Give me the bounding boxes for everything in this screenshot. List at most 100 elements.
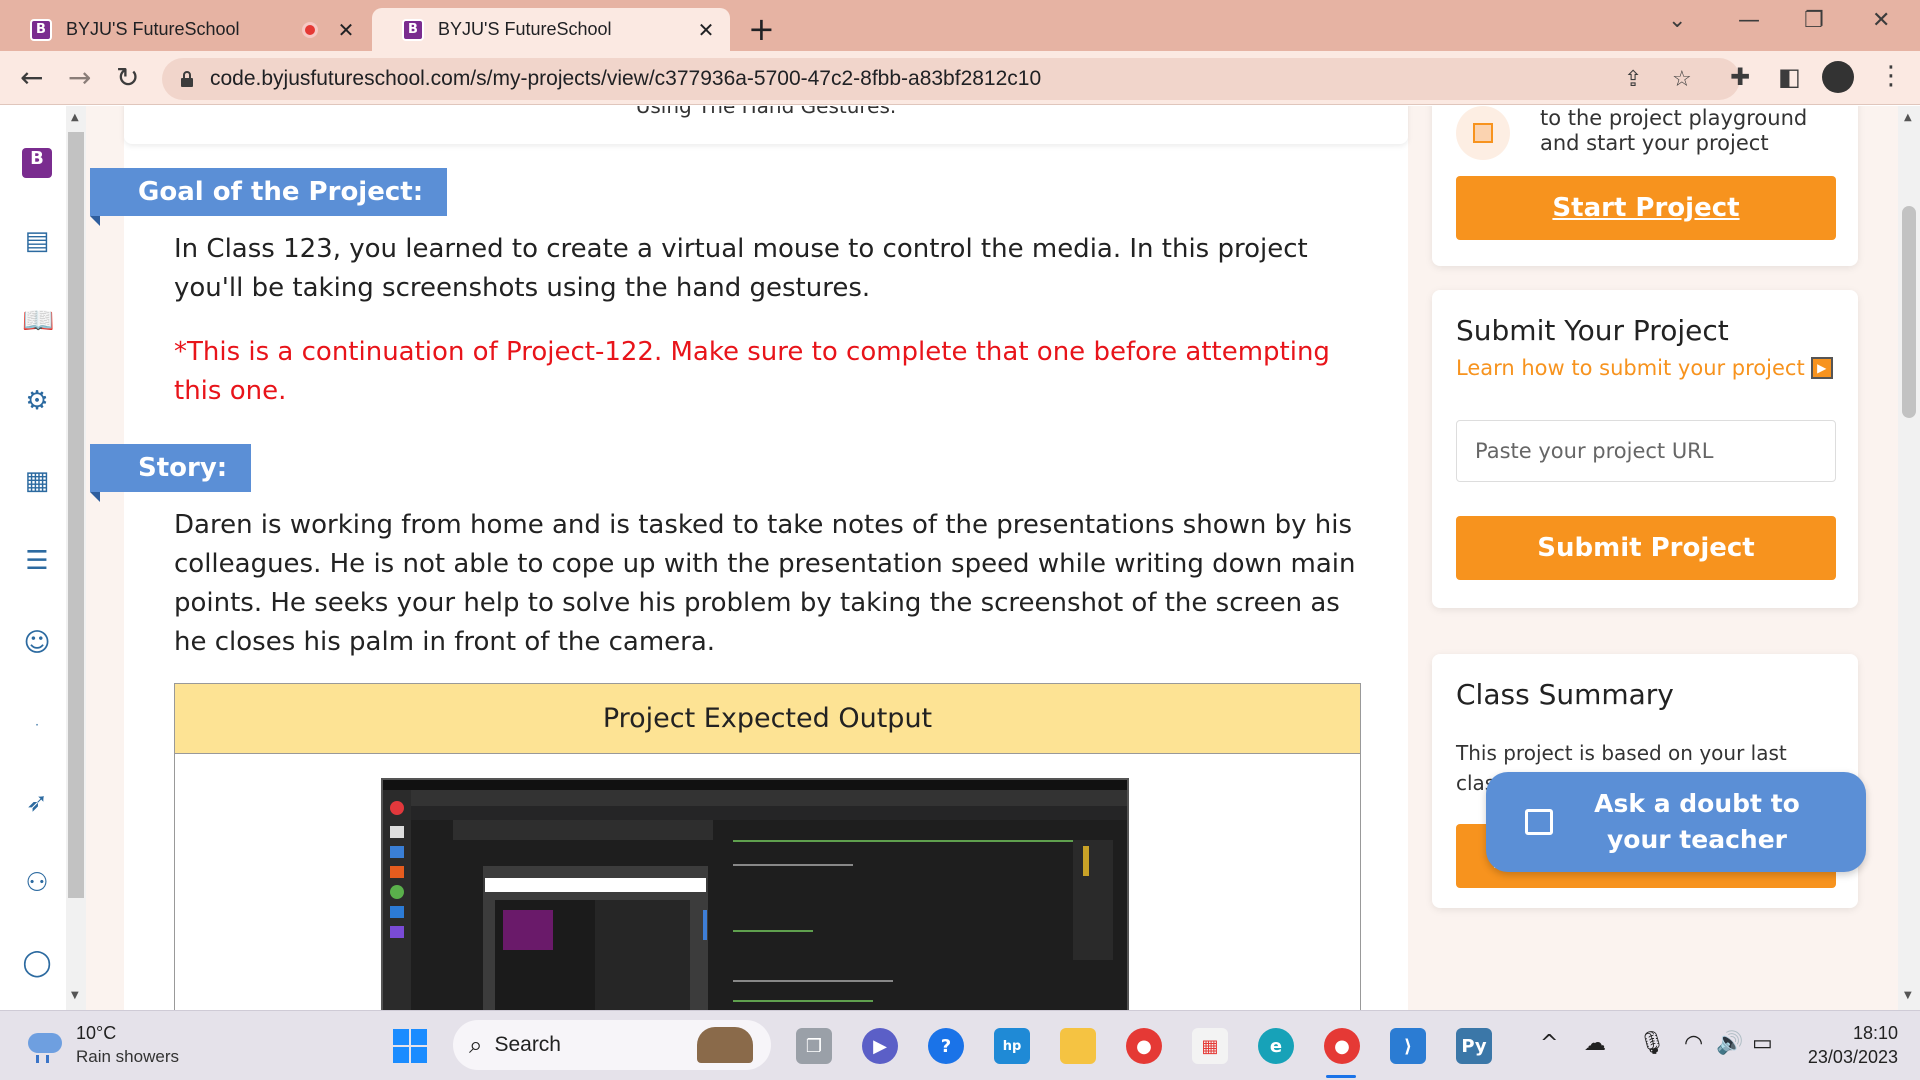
extensions-icon[interactable]: ✚ [1730,63,1750,91]
share-icon[interactable]: ⇪ [1624,67,1642,92]
tab-search-icon[interactable]: ⌄ [1668,8,1686,33]
project-url-input[interactable] [1456,420,1836,482]
projects-icon[interactable]: ▦ [22,466,52,496]
tab-title: BYJU'S FutureSchool [66,19,240,39]
project-subtitle: Using The Hand Gestures. [635,106,897,118]
battery-icon[interactable]: ▭ [1752,1031,1773,1056]
close-window-button[interactable]: ✕ [1872,8,1890,33]
byjus-favicon-icon: B [402,18,424,41]
submit-project-button[interactable]: Submit Project [1456,516,1836,580]
restore-button[interactable]: ❐ [1804,8,1824,33]
byjus-favicon-icon: B [30,18,52,41]
support-icon[interactable]: ☺ [22,628,52,658]
project-title-card: Using The Hand Gestures. [124,106,1408,144]
chrome-icon[interactable]: ● [1126,1028,1162,1064]
teams-chat-icon[interactable]: ▶ [862,1028,898,1064]
onedrive-icon[interactable]: ☁ [1584,1031,1606,1056]
python-icon[interactable]: Py [1456,1028,1492,1064]
close-tab-icon[interactable]: ✕ [336,18,356,42]
chrome-profile-icon[interactable]: ● [1324,1028,1360,1064]
close-tab-icon[interactable]: ✕ [696,18,716,42]
myhp-icon[interactable]: hp [994,1028,1030,1064]
bookmark-star-icon[interactable]: ☆ [1672,67,1692,92]
expected-output-screenshot [381,778,1129,1010]
address-bar[interactable]: code.byjusfutureschool.com/s/my-projects… [162,58,1740,100]
back-button[interactable]: ← [20,61,43,94]
new-tab-button[interactable]: + [748,10,775,48]
start-card-text-line2: and start your project [1540,131,1769,155]
browser-tab-1[interactable]: B BYJU'S FutureSchool ✕ [0,8,370,51]
page-viewport: B ▤ 📖 ⚙ ▦ ☰ ☺ · ➶ ⚇ ◯ ▲ ▼ Using The Hand… [0,106,1920,1010]
divider-dot-icon: · [35,718,39,732]
search-label: Search [494,1033,561,1056]
story-text: Daren is working from home and is tasked… [174,510,1356,657]
submit-help-text: Learn how to submit your project [1456,356,1805,380]
clock-time[interactable]: 18:10 [1800,1023,1898,1044]
edge-icon[interactable]: e [1258,1028,1294,1064]
ask-doubt-label: Ask a doubt to your teacher [1594,789,1800,854]
activities-icon[interactable]: ⚙ [22,386,52,416]
play-video-icon[interactable]: ▶ [1810,357,1833,379]
submit-title: Submit Your Project [1456,314,1729,347]
profile-avatar[interactable] [1822,61,1854,93]
weather-temp: 10°C [76,1023,117,1043]
notes-icon[interactable]: ☰ [22,546,52,576]
url-text: code.byjusfutureschool.com/s/my-projects… [210,67,1042,90]
minimize-button[interactable]: — [1738,8,1760,33]
goal-text: In Class 123, you learned to create a vi… [174,234,1308,303]
story-heading: Story: [90,444,252,502]
book-icon[interactable]: 📖 [22,306,54,336]
tray-overflow-icon[interactable]: ^ [1540,1031,1558,1056]
start-card-text-line1: to the project playground [1540,106,1808,130]
left-scrollbar[interactable]: ▲ ▼ [66,106,86,1010]
menu-kebab-icon[interactable]: ⋮ [1878,61,1904,91]
playground-icon [1456,106,1510,160]
microphone-icon[interactable]: 🎙 [1638,1031,1666,1056]
reload-button[interactable]: ↻ [116,61,139,94]
side-panel-icon[interactable]: ◧ [1778,63,1801,91]
start-project-button[interactable]: Start Project [1456,176,1836,240]
class-summary-title: Class Summary [1456,678,1674,711]
tab-title: BYJU'S FutureSchool [438,19,612,39]
start-project-card: to the project playground and start your… [1432,106,1858,266]
lock-icon [181,71,193,87]
wifi-icon[interactable]: ◠ [1684,1031,1703,1056]
file-explorer-icon[interactable] [1060,1028,1096,1064]
clock-date[interactable]: 23/03/2023 [1798,1047,1898,1068]
help-icon[interactable]: ? [928,1028,964,1064]
byjus-logo-icon[interactable]: B [22,148,52,178]
scroll-thumb[interactable] [68,132,84,898]
task-view-icon[interactable]: ❐ [796,1028,832,1064]
rain-cloud-icon [24,1025,66,1065]
taskbar-search[interactable]: ⌕ Search [453,1020,771,1070]
expected-output-heading: Project Expected Output [175,684,1360,754]
right-scrollbar[interactable]: ▲ ▼ [1898,106,1920,1010]
dashboard-icon[interactable]: ▤ [22,226,52,256]
left-navigation: B ▤ 📖 ⚙ ▦ ☰ ☺ · ➶ ⚇ ◯ [0,106,66,1010]
weather-desc: Rain showers [76,1047,179,1066]
browser-toolbar: ← → ↻ code.byjusfutureschool.com/s/my-pr… [0,51,1920,105]
search-highlight-icon [697,1027,753,1063]
goal-heading: Goal of the Project: [90,168,448,226]
submit-help-link[interactable]: Learn how to submit your project ▶ [1456,356,1833,380]
windows-start-icon[interactable] [392,1028,428,1064]
volume-icon[interactable]: 🔊 [1716,1031,1743,1056]
search-icon: ⌕ [469,1031,483,1059]
active-app-indicator [1326,1075,1356,1078]
submit-project-card: Submit Your Project Learn how to submit … [1432,290,1858,608]
continuation-note: *This is a continuation of Project-122. … [174,337,1330,406]
expected-output-box: Project Expected Output [174,683,1361,1010]
forward-button[interactable]: → [68,61,91,94]
recording-icon [302,21,318,38]
windows-taskbar: 10°C Rain showers ⌕ Search ❐ ▶ ? hp ● ▦ … [0,1010,1920,1080]
profile-icon[interactable]: ◯ [22,948,52,978]
screenshot-image [383,780,1127,1010]
community-icon[interactable]: ⚇ [22,868,52,898]
vscode-icon[interactable]: ⟩ [1390,1028,1426,1064]
ask-doubt-button[interactable]: Ask a doubt to your teacher [1486,772,1866,872]
rocket-icon[interactable]: ➶ [22,788,52,818]
browser-tabstrip: B BYJU'S FutureSchool ✕ B BYJU'S FutureS… [0,0,1920,51]
scroll-thumb[interactable] [1902,206,1916,418]
microsoft-store-icon[interactable]: ▦ [1192,1028,1228,1064]
browser-tab-2[interactable]: B BYJU'S FutureSchool ✕ [372,8,730,51]
